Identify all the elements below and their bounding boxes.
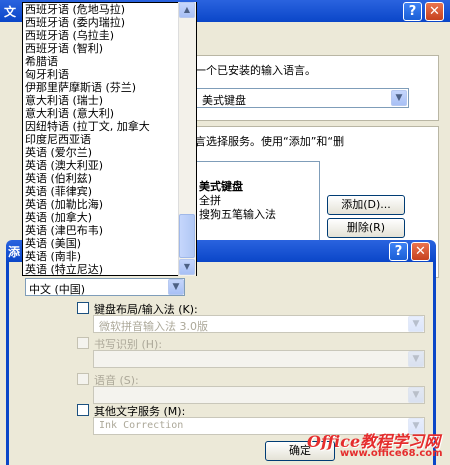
default-keyboard-value: 美式键盘 [202,94,246,107]
back-close-button[interactable]: ✕ [425,2,444,21]
dropdown-item[interactable]: 伊那里萨摩斯语 (芬兰) [23,81,196,94]
dropdown-items: 西班牙语 (危地马拉) 西班牙语 (委内瑞拉) 西班牙语 (乌拉圭) 西班牙语 (智利… [23,3,196,275]
tree-item-sogou[interactable]: 搜狗五笔输入法 [199,206,276,222]
dropdown-item[interactable]: 因纽特语 (拉丁文, 加拿大 [23,120,196,133]
speech-combo[interactable]: ▼ [93,386,425,404]
dropdown-item[interactable]: 英语 (爱尔兰) [23,146,196,159]
add-language-title: 添 [8,245,21,259]
language-dropdown-list[interactable]: 西班牙语 (危地马拉) 西班牙语 (委内瑞拉) 西班牙语 (乌拉圭) 西班牙语 (智利… [22,2,197,276]
dropdown-item[interactable]: 英语 (美国) [23,237,196,250]
dropdown-item[interactable]: 英语 (澳大利亚) [23,159,196,172]
chevron-down-icon[interactable]: ▼ [408,387,424,403]
dropdown-item[interactable]: 英语 (南非) [23,250,196,263]
dropdown-item[interactable]: 西班牙语 (乌拉圭) [23,29,196,42]
dropdown-item[interactable]: 英语 (加拿大) [23,211,196,224]
scroll-up-icon[interactable]: ▲ [179,2,195,18]
dropdown-item[interactable]: 英语 (加勒比海) [23,198,196,211]
keyboard-layout-combo[interactable]: 微软拼音输入法 3.0版 ▼ [93,315,425,333]
default-language-group: 一个已安装的输入语言。 美式键盘 ▼ [192,55,439,121]
other-services-value: Ink Correction [99,420,184,431]
front-close-button[interactable]: ✕ [411,242,430,261]
chevron-down-icon[interactable]: ▼ [391,90,407,106]
dropdown-scrollbar[interactable]: ▲ ▼ [178,2,196,276]
scroll-thumb[interactable] [179,214,195,258]
back-help-button[interactable]: ? [403,2,422,21]
chevron-down-icon[interactable]: ▼ [408,351,424,367]
dropdown-item[interactable]: 希腊语 [23,55,196,68]
dropdown-item[interactable]: 西班牙语 (危地马拉) [23,3,196,16]
chevron-down-icon[interactable]: ▼ [408,316,424,332]
handwriting-checkbox[interactable] [77,337,89,349]
speech-checkbox[interactable] [77,373,89,385]
input-language-combo[interactable]: 中文 (中国) ▼ [25,278,185,296]
dropdown-item[interactable]: 印度尼西亚语 [23,133,196,146]
add-button[interactable]: 添加(D)... [327,195,405,215]
dropdown-item[interactable]: 英语 (伯利兹) [23,172,196,185]
dropdown-item[interactable]: 英语 (津巴布韦) [23,224,196,237]
keyboard-layout-value: 微软拼音输入法 3.0版 [99,320,208,333]
input-language-value: 中文 (中国) [29,283,86,296]
dropdown-item[interactable]: 意大利语 (瑞士) [23,94,196,107]
remove-button[interactable]: 删除(R) [327,218,405,238]
handwriting-combo[interactable]: ▼ [93,350,425,368]
watermark-url: www.office68.com [340,448,443,459]
back-window-title: 文 [4,5,17,19]
other-services-checkbox[interactable] [77,404,89,416]
dropdown-item[interactable]: 匈牙利语 [23,68,196,81]
dropdown-item[interactable]: 西班牙语 (委内瑞拉) [23,16,196,29]
installed-services-desc: 言选择服务。使用“添加”和“删 [195,135,345,148]
default-language-desc: 一个已安装的输入语言。 [195,64,316,77]
dropdown-item[interactable]: 英语 (菲律宾) [23,185,196,198]
chevron-down-icon[interactable]: ▼ [168,279,184,295]
scroll-down-icon[interactable]: ▼ [179,259,195,275]
dropdown-item[interactable]: 西班牙语 (智利) [23,42,196,55]
dropdown-item[interactable]: 英语 (特立尼达) [23,263,196,275]
dropdown-item[interactable]: 意大利语 (意大利) [23,107,196,120]
front-help-button[interactable]: ? [389,242,408,261]
default-keyboard-combo[interactable]: 美式键盘 ▼ [193,88,409,108]
keyboard-layout-checkbox[interactable] [77,302,89,314]
